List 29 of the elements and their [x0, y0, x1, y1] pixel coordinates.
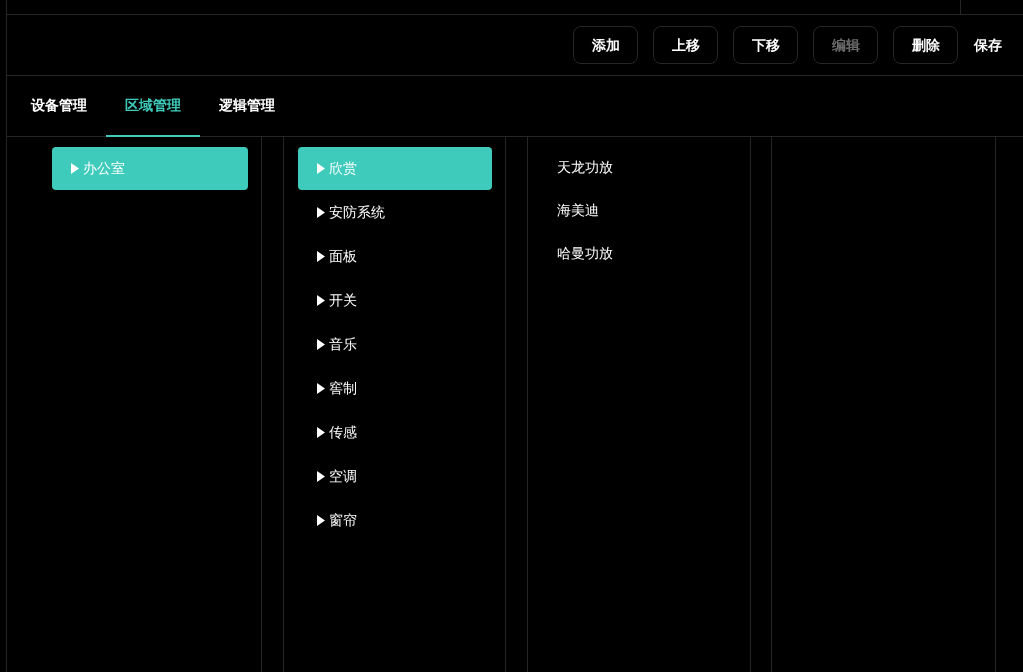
tab[interactable]: 设备管理 [12, 76, 106, 137]
tree-item[interactable]: 窗帘 [298, 499, 492, 542]
caret-icon [317, 427, 325, 438]
caret-icon [317, 295, 325, 306]
caret-icon [71, 163, 79, 174]
device-item[interactable]: 哈曼功放 [557, 243, 613, 286]
tab[interactable]: 区域管理 [106, 76, 200, 137]
toolbar-button[interactable]: 上移 [653, 26, 718, 64]
caret-icon [317, 515, 325, 526]
caret-icon [317, 251, 325, 262]
tree-item[interactable]: 传感 [298, 411, 492, 454]
caret-icon [317, 471, 325, 482]
tree-item[interactable]: 音乐 [298, 323, 492, 366]
toolbar-button[interactable]: 删除 [893, 26, 958, 64]
caret-icon [317, 383, 325, 394]
tree-item[interactable]: 窖制 [298, 367, 492, 410]
tab[interactable]: 逻辑管理 [200, 76, 294, 137]
toolbar-button[interactable]: 下移 [733, 26, 798, 64]
tree-item[interactable]: 安防系统 [298, 191, 492, 234]
caret-icon [317, 339, 325, 350]
device-item[interactable]: 海美迪 [557, 200, 599, 243]
caret-icon [317, 163, 325, 174]
tree-item[interactable]: 开关 [298, 279, 492, 322]
toolbar-button[interactable]: 保存 [973, 26, 1003, 64]
tree-item[interactable]: 面板 [298, 235, 492, 278]
caret-icon [317, 207, 325, 218]
tree-item[interactable]: 空调 [298, 455, 492, 498]
device-item[interactable]: 天龙功放 [557, 157, 613, 200]
toolbar-button[interactable]: 添加 [573, 26, 638, 64]
